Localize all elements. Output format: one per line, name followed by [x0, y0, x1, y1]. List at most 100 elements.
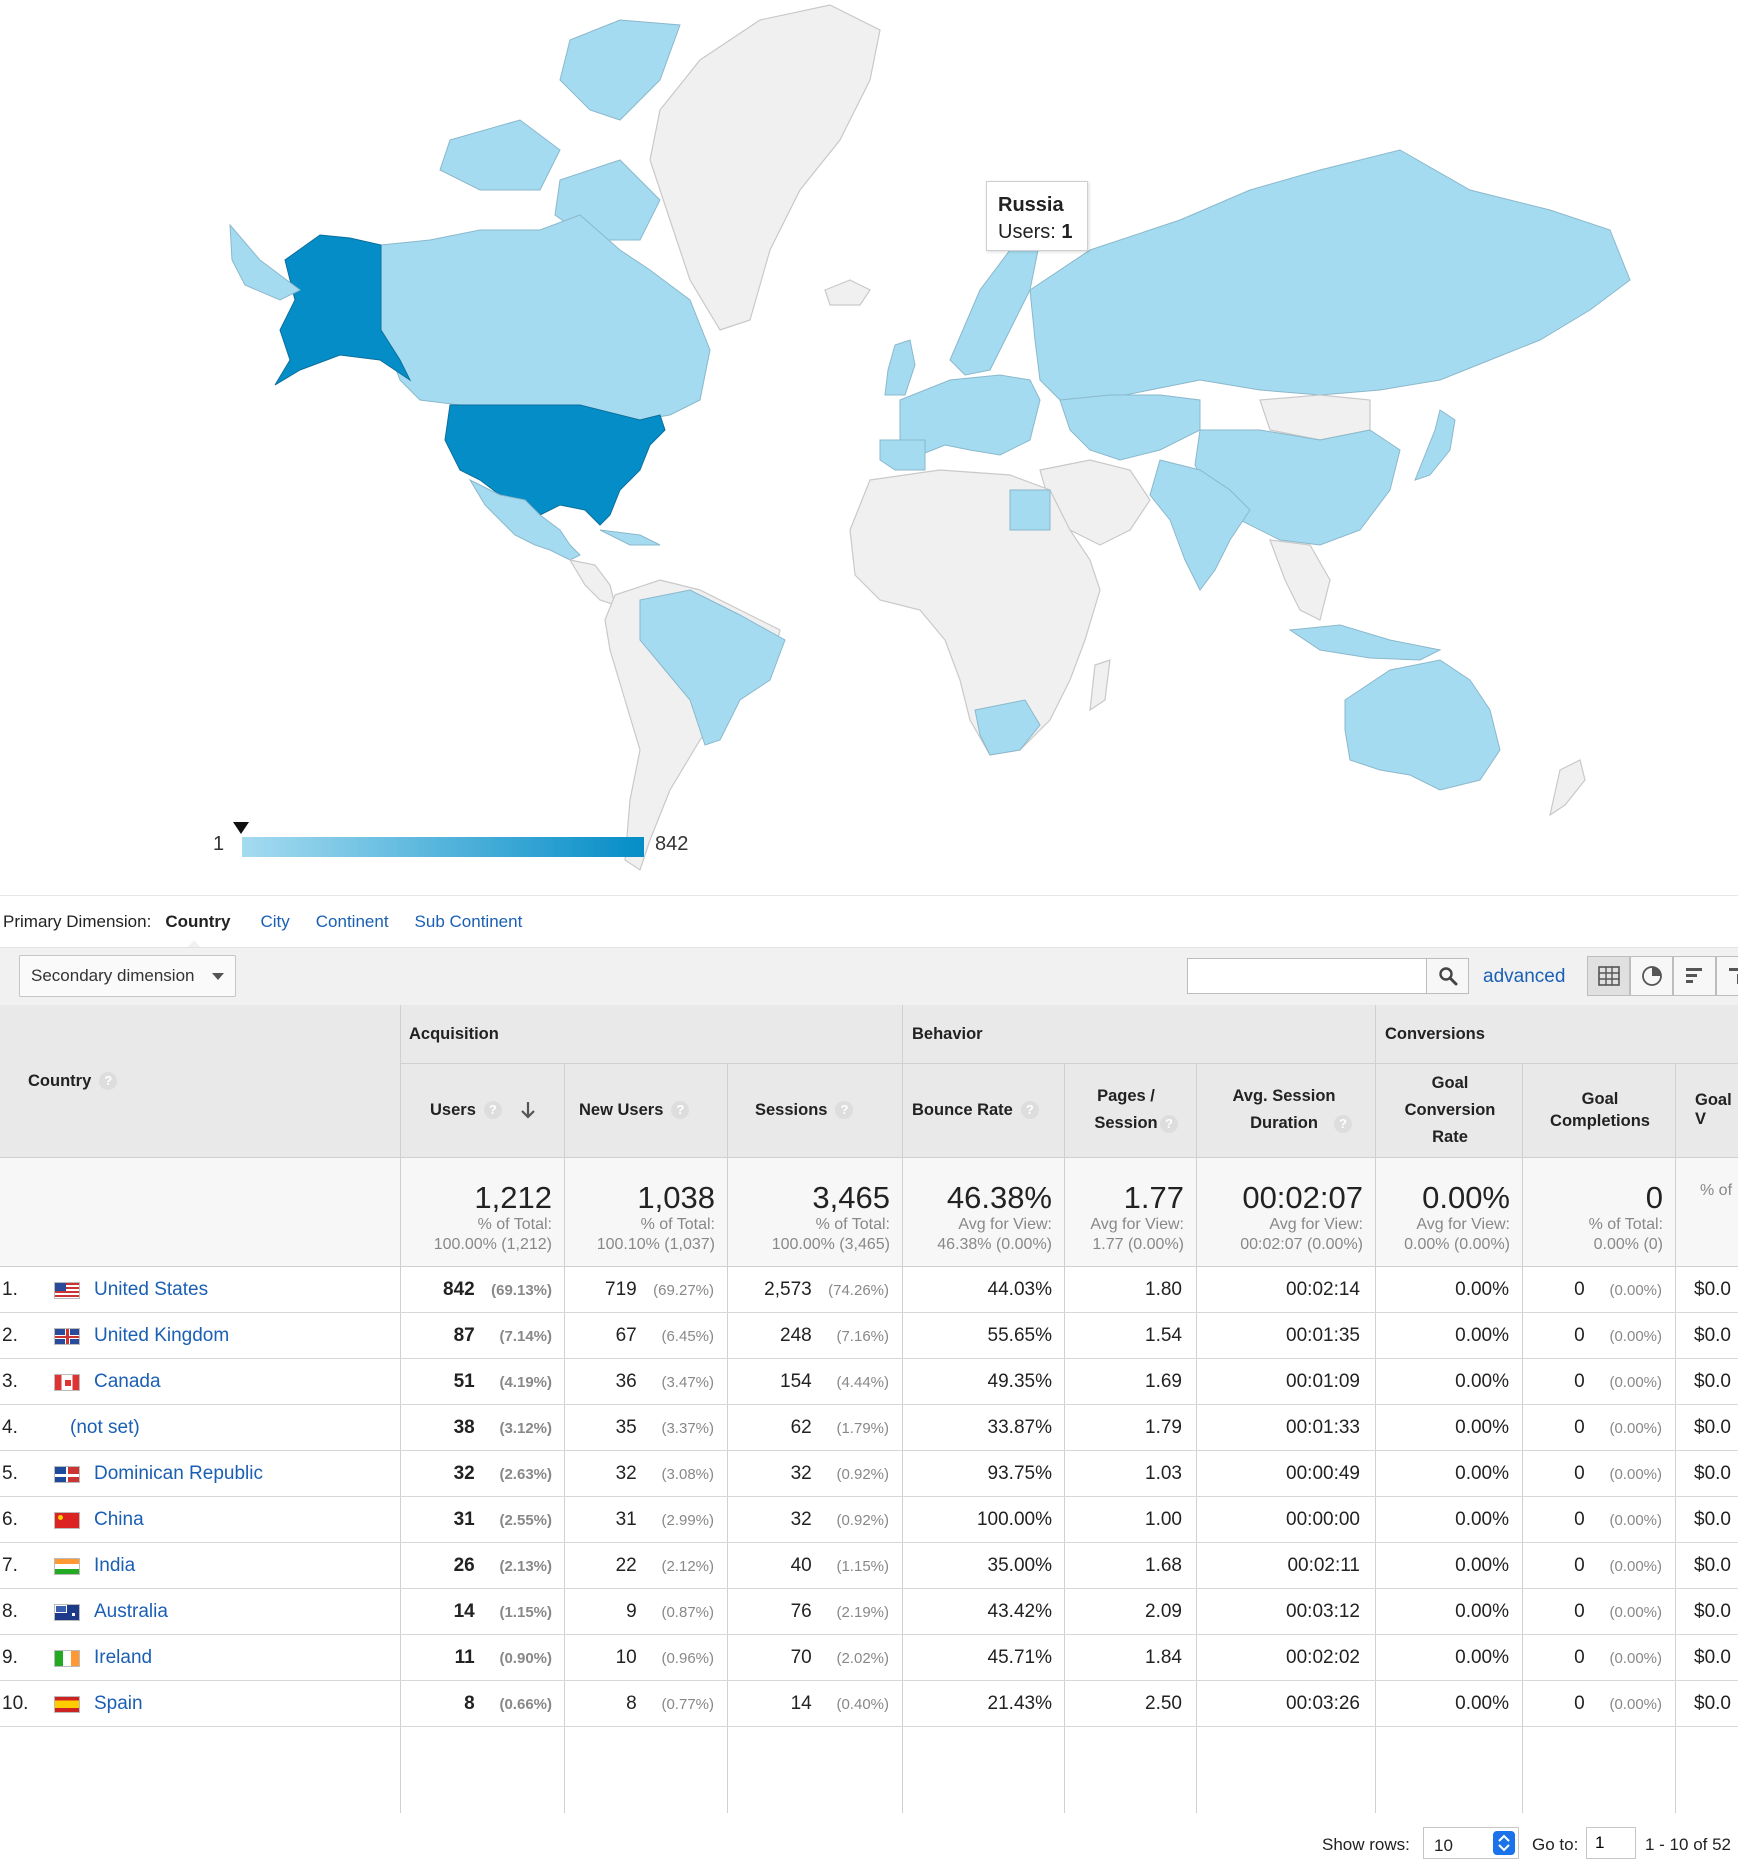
summary-detail: 100.10% (1,037) [596, 1236, 715, 1253]
map-region-central-america[interactable] [568, 559, 616, 606]
help-icon[interactable]: ? [1334, 1115, 1352, 1133]
country-link[interactable]: Spain [94, 1693, 143, 1715]
pages-session-cell: 1.80 [1145, 1279, 1182, 1300]
country-link[interactable]: Ireland [94, 1647, 152, 1669]
table-row: 8. Australia 14 (1.15%) 9 (0.87%) 76 (2.19%)… [0, 1589, 1738, 1635]
goal-completions-cell: 0 (0.00%) [1522, 1279, 1662, 1301]
map-region-central-asia[interactable] [1059, 394, 1201, 461]
column-header-avg-session-duration[interactable]: Avg. Session Duration? [1206, 1063, 1370, 1157]
column-header-sessions[interactable]: Sessions? [755, 1063, 854, 1157]
primary-dimension-sub-continent[interactable]: Sub Continent [415, 912, 523, 932]
view-bar-button[interactable] [1673, 956, 1716, 996]
sessions-cell: 154 (4.44%) [727, 1371, 889, 1393]
summary-detail: 100.00% (3,465) [771, 1236, 890, 1253]
users-pct: (2.55%) [499, 1512, 552, 1529]
help-icon[interactable]: ? [1020, 1101, 1039, 1119]
bounce-rate-cell: 43.42% [987, 1601, 1052, 1622]
column-header-users[interactable]: Users? [430, 1063, 564, 1157]
arrow-down-icon[interactable] [520, 1100, 536, 1120]
map-region-united-kingdom[interactable] [884, 339, 916, 396]
goal-completions-cell: 0 (0.00%) [1522, 1647, 1662, 1669]
sessions-pct: (74.26%) [828, 1282, 889, 1299]
map-region-madagascar[interactable] [1089, 659, 1111, 712]
country-link[interactable]: Australia [94, 1601, 168, 1623]
summary-value: 1,212 [474, 1180, 552, 1215]
primary-dimension-active[interactable]: Country [165, 912, 230, 932]
avg-duration-cell: 00:02:11 [1287, 1555, 1360, 1576]
avg-duration-cell: 00:01:09 [1286, 1371, 1360, 1392]
help-icon[interactable]: ? [483, 1101, 502, 1119]
column-header-goal-completions[interactable]: Goal Completions [1530, 1063, 1670, 1157]
map-region-new-zealand[interactable] [1549, 759, 1586, 817]
column-header-country[interactable]: Country? [28, 1005, 118, 1157]
search-button[interactable] [1427, 958, 1469, 994]
help-icon[interactable]: ? [1160, 1115, 1178, 1133]
country-link[interactable]: Dominican Republic [94, 1463, 263, 1485]
country-link[interactable]: (not set) [70, 1417, 140, 1439]
map-region-russia[interactable] [1029, 149, 1631, 401]
new-users-cell: 67 (6.45%) [564, 1325, 714, 1347]
column-header-pages-session[interactable]: Pages / Session? [1070, 1063, 1194, 1157]
help-icon[interactable]: ? [835, 1101, 854, 1119]
bounce-rate-cell: 33.87% [987, 1417, 1052, 1438]
users-pct: (0.66%) [499, 1696, 552, 1713]
sessions-header-label: Sessions [755, 1100, 828, 1119]
country-link[interactable]: United States [94, 1279, 208, 1301]
primary-dimension-city[interactable]: City [260, 912, 289, 932]
goal-completions-value: 0 [1574, 1417, 1585, 1438]
show-rows-select[interactable]: 10 [1423, 1827, 1519, 1859]
primary-dimension-continent[interactable]: Continent [316, 912, 389, 932]
map-region-egypt[interactable] [1009, 489, 1051, 531]
map-region-scandinavia[interactable] [949, 239, 1041, 376]
goal-completions-value: 0 [1574, 1463, 1585, 1484]
users-cell: 32 (2.63%) [400, 1463, 552, 1485]
map-region-australia[interactable] [1344, 659, 1501, 791]
bounce-rate-cell: 21.43% [987, 1693, 1052, 1714]
goal-conversion-cell: 0.00% [1455, 1647, 1509, 1668]
country-link[interactable]: China [94, 1509, 144, 1531]
new-users-pct: (2.12%) [661, 1558, 714, 1575]
goal-completions-value: 0 [1574, 1647, 1585, 1668]
goto-page-input[interactable] [1586, 1827, 1636, 1859]
map-region-indonesia[interactable] [1288, 624, 1442, 661]
country-link[interactable]: Canada [94, 1371, 161, 1393]
show-rows-value: 10 [1434, 1836, 1453, 1855]
sessions-value: 248 [780, 1325, 812, 1346]
avg-duration-cell: 00:01:33 [1286, 1417, 1360, 1438]
avg-duration-cell: 00:03:12 [1286, 1601, 1360, 1622]
map-region-canada-islands-2[interactable] [439, 119, 561, 191]
view-table-button[interactable] [1587, 956, 1630, 996]
new-users-pct: (0.87%) [661, 1604, 714, 1621]
row-rank: 7. [2, 1555, 18, 1576]
row-rank: 5. [2, 1463, 18, 1484]
table-search-input[interactable] [1187, 958, 1427, 994]
help-icon[interactable]: ? [99, 1072, 118, 1090]
column-header-new-users[interactable]: New Users? [579, 1063, 690, 1157]
map-region-canada[interactable] [380, 214, 711, 421]
view-pie-button[interactable] [1630, 956, 1673, 996]
secondary-dimension-dropdown[interactable]: Secondary dimension [19, 955, 236, 997]
map-region-iceland[interactable] [824, 279, 871, 306]
map-region-canada-islands[interactable] [559, 19, 681, 121]
sessions-cell: 62 (1.79%) [727, 1417, 889, 1439]
column-header-goal-conversion-rate[interactable]: Goal Conversion Rate [1385, 1063, 1515, 1157]
sessions-value: 32 [790, 1463, 812, 1484]
country-link[interactable]: India [94, 1555, 135, 1577]
new-users-pct: (3.47%) [661, 1374, 714, 1391]
column-header-goal-value[interactable]: Goal V [1695, 1063, 1738, 1157]
sessions-pct: (2.02%) [836, 1650, 889, 1667]
users-pct: (4.19%) [499, 1374, 552, 1391]
map-region-southeast-asia[interactable] [1269, 539, 1331, 621]
view-comparison-button[interactable] [1716, 956, 1738, 996]
column-header-bounce-rate[interactable]: Bounce Rate? [912, 1063, 1039, 1157]
summary-cell: 1.77 Avg for View: 1.77 (0.00%) [1064, 1181, 1184, 1255]
map-region-united-states[interactable] [444, 404, 666, 526]
advanced-filter-link[interactable]: advanced [1483, 966, 1565, 988]
map-region-caribbean[interactable] [599, 529, 661, 546]
tooltip-country: Russia [998, 194, 1064, 216]
map-region-japan[interactable] [1414, 409, 1456, 481]
help-icon[interactable]: ? [671, 1101, 690, 1119]
country-header-label: Country [28, 1071, 92, 1090]
map-region-spain[interactable] [879, 439, 926, 471]
country-link[interactable]: United Kingdom [94, 1325, 229, 1347]
